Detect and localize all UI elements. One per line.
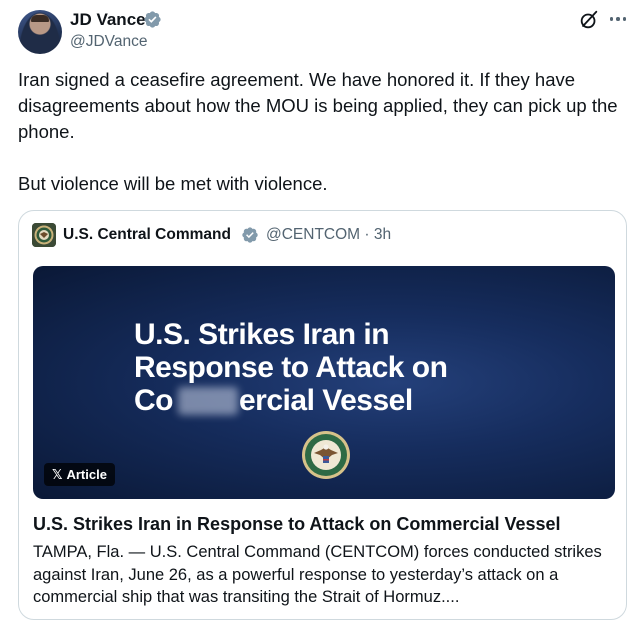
quoted-author-handle: @CENTCOM bbox=[266, 226, 361, 243]
verified-badge-icon bbox=[144, 11, 161, 28]
x-article-badge: 𝕏 Article bbox=[44, 463, 115, 486]
tweet-text: Iran signed a ceasefire agreement. We ha… bbox=[18, 67, 618, 197]
tweet[interactable]: JD Vance @JDVance Iran signed a ceasefir… bbox=[0, 0, 640, 630]
verified-badge-icon bbox=[242, 227, 258, 243]
author-avatar[interactable] bbox=[18, 10, 62, 54]
article-title[interactable]: U.S. Strikes Iran in Response to Attack … bbox=[33, 512, 618, 536]
quoted-meta: @CENTCOM · 3h bbox=[266, 225, 391, 245]
article-summary: TAMPA, Fla. — U.S. Central Command (CENT… bbox=[33, 543, 602, 606]
more-options-icon[interactable] bbox=[604, 5, 632, 33]
author-name[interactable]: JD Vance bbox=[70, 9, 146, 31]
avatar-hair bbox=[31, 15, 49, 22]
image-headline-line: U.S. Strikes Iran in bbox=[134, 318, 390, 351]
meta-separator: · bbox=[364, 226, 370, 243]
quoted-author-name: U.S. Central Command bbox=[63, 226, 231, 243]
blurred-overlay bbox=[178, 387, 238, 415]
author-handle[interactable]: @JDVance bbox=[70, 32, 147, 52]
article-badge-label: Article bbox=[66, 467, 107, 482]
tweet-paragraph: Iran signed a ceasefire agreement. We ha… bbox=[18, 69, 618, 142]
image-headline-fragment: Co bbox=[134, 384, 174, 417]
article-cover-image[interactable]: U.S. Strikes Iran in Response to Attack … bbox=[33, 266, 615, 499]
grok-icon[interactable] bbox=[578, 9, 600, 31]
centcom-avatar-seal-icon bbox=[32, 223, 56, 247]
image-headline-line: Response to Attack on bbox=[134, 351, 448, 384]
quoted-tweet-card[interactable]: U.S. Central Command @CENTCOM · 3h U.S. … bbox=[18, 210, 627, 620]
centcom-seal-icon bbox=[302, 431, 350, 479]
quoted-timestamp: 3h bbox=[373, 226, 392, 243]
tweet-paragraph: But violence will be met with violence. bbox=[18, 173, 328, 194]
centcom-avatar[interactable] bbox=[32, 223, 56, 247]
x-logo-icon: 𝕏 bbox=[52, 467, 63, 482]
image-headline-fragment: ercial Vessel bbox=[239, 384, 413, 417]
